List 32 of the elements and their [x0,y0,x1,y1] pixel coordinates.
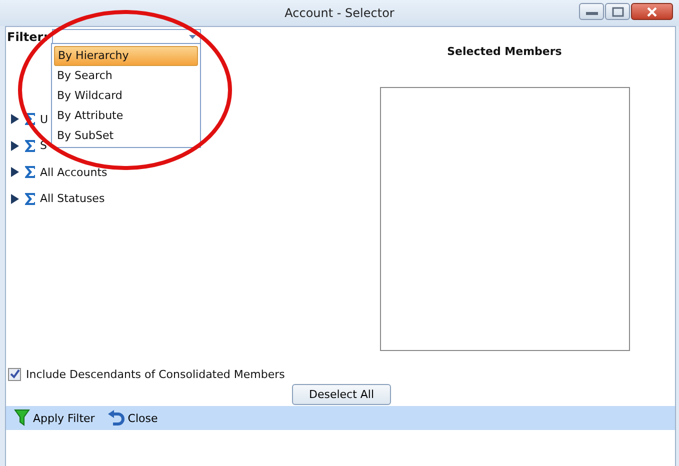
close-icon [646,6,658,16]
toolbar-button[interactable]: Close [106,410,158,426]
checkbox-label: Include Descendants of Consolidated Members [26,368,285,380]
expand-icon[interactable] [11,194,19,204]
deselect-all-button[interactable]: Deselect All [292,384,391,405]
selected-members-title: Selected Members [447,45,562,58]
expand-icon[interactable] [11,167,19,178]
checkbox[interactable] [8,368,21,380]
dropdown-option[interactable]: By SubSet [54,126,198,146]
expand-icon[interactable] [11,140,19,151]
undo-icon [106,410,125,426]
tree-item[interactable]: U [40,112,48,126]
maximize-button[interactable] [605,3,630,20]
filter-label: Filter: [7,30,50,44]
sigma-icon [24,165,36,180]
window-title: Account - Selector [284,6,394,20]
sigma-icon [24,192,36,206]
sigma-icon [24,112,36,126]
funnel-icon [14,409,30,427]
dropdown-option[interactable]: By Search [54,66,198,86]
close-button[interactable] [631,3,673,20]
toolbar-button[interactable]: Apply Filter [14,409,95,427]
tree-item[interactable]: All Statuses [40,192,105,206]
minimize-button[interactable] [579,3,604,20]
dropdown-option[interactable]: By Attribute [54,106,198,126]
tree-item[interactable]: All Accounts [40,166,108,179]
maximize-icon [612,6,624,16]
dropdown-option[interactable]: By Hierarchy [54,46,198,66]
expand-icon[interactable] [11,114,19,124]
dropdown-option[interactable]: By Wildcard [54,86,198,106]
sigma-icon [24,138,36,153]
caret-icon [189,35,196,39]
